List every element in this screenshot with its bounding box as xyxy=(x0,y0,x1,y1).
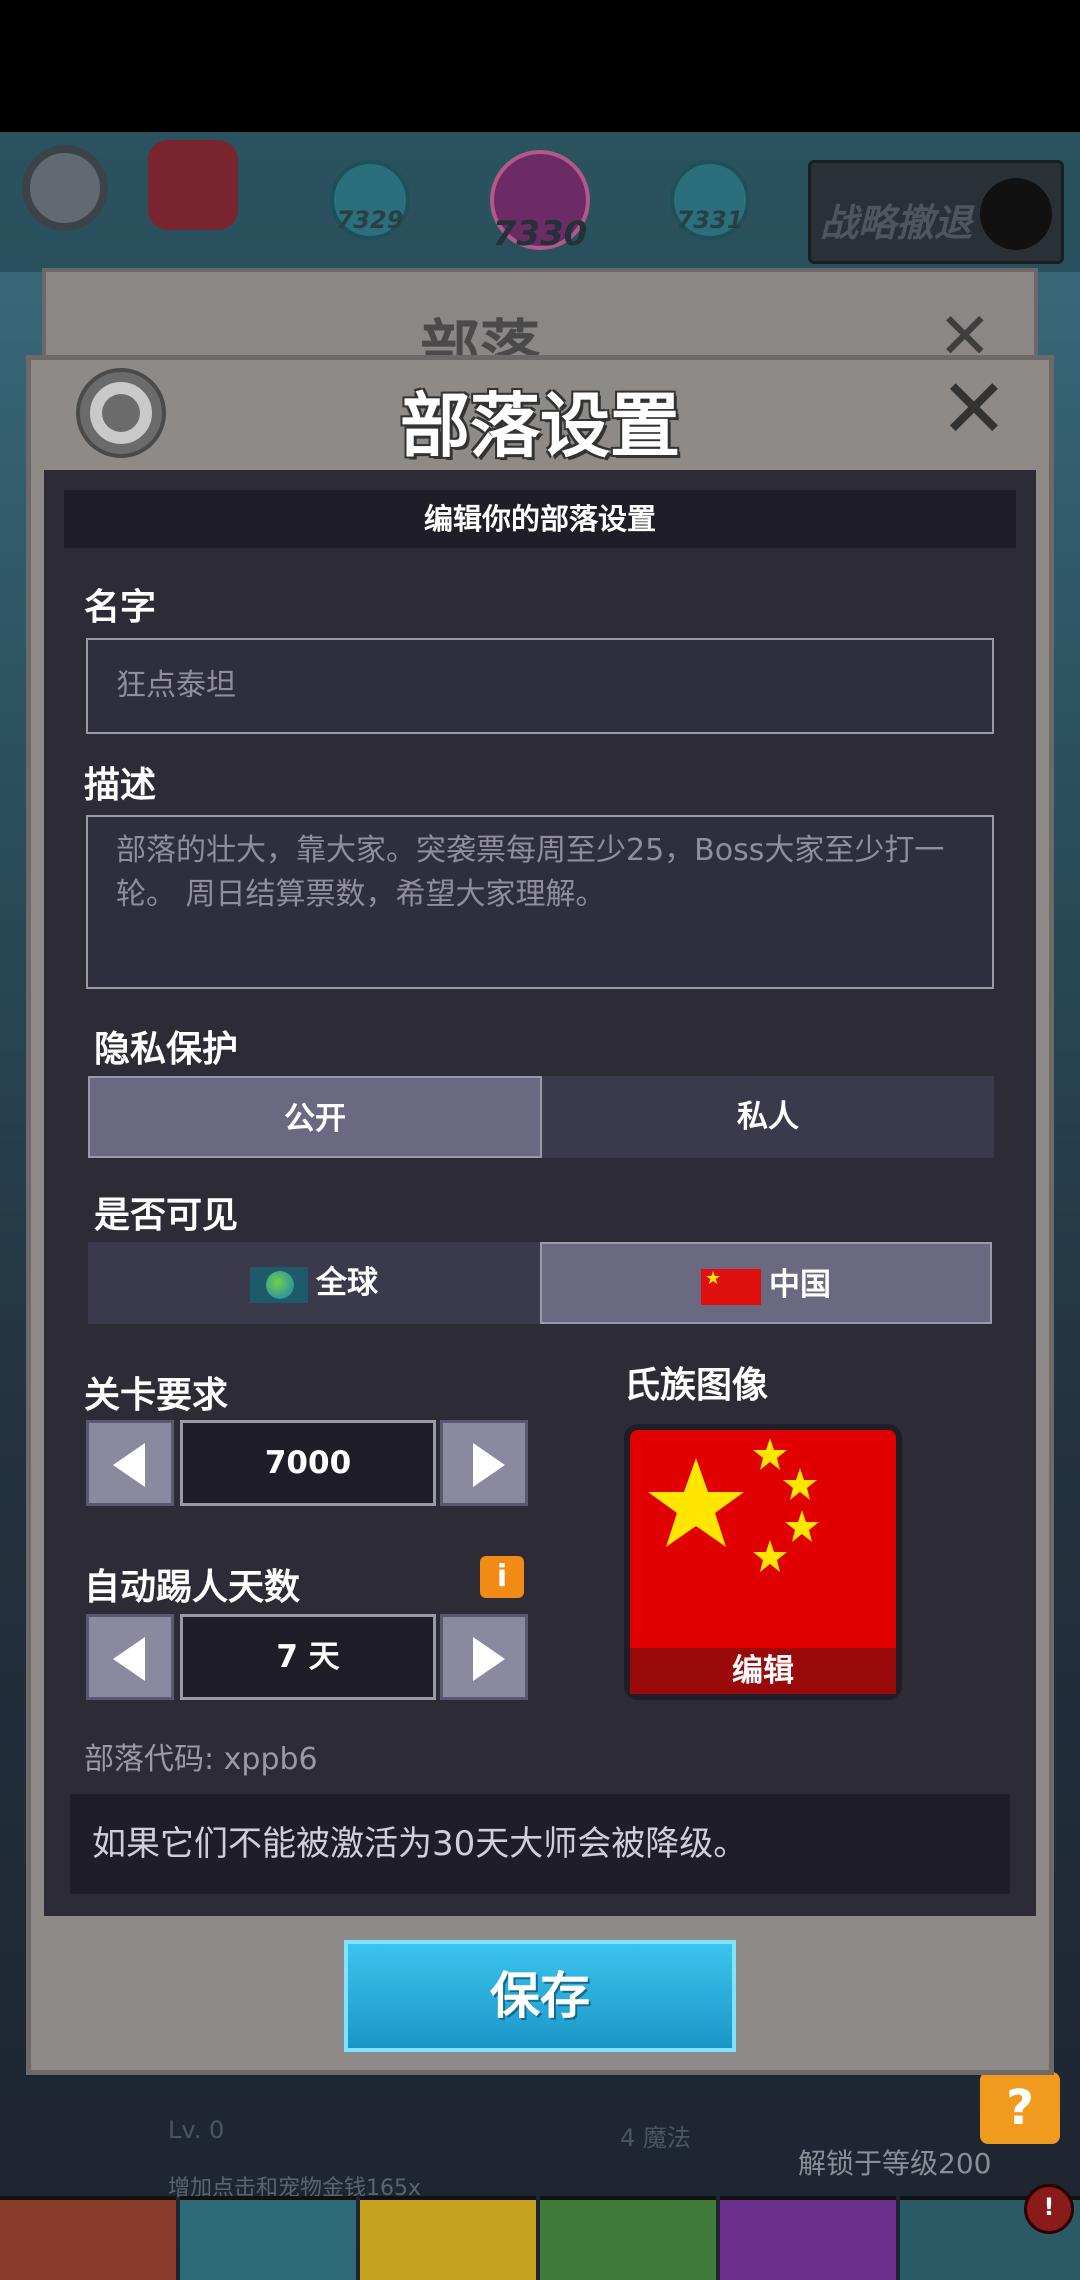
magic-text: 4 魔法 xyxy=(620,2124,691,2152)
visibility-label: 是否可见 xyxy=(94,1195,239,1236)
description-input[interactable]: 部落的壮大，靠大家。突袭票每周至少25，Boss大家至少打一轮。 周日结算票数，… xyxy=(86,815,994,989)
tab-sword-icon[interactable] xyxy=(0,2196,176,2280)
privacy-public-toggle[interactable]: 公开 xyxy=(88,1076,542,1158)
china-flag-icon xyxy=(701,1268,761,1305)
auto-kick-increase-button[interactable] xyxy=(440,1614,528,1700)
notification-badge: ! xyxy=(1024,2184,1074,2234)
retreat-label: 战略撤退 xyxy=(820,201,973,245)
level-text: Lv. 0 xyxy=(168,2116,225,2144)
stage-requirement-value: 7000 xyxy=(180,1420,436,1506)
arrow-left-icon xyxy=(113,1443,145,1487)
emblem-edit-button[interactable]: 编辑 xyxy=(630,1648,896,1694)
stage-number: 7331 xyxy=(676,206,744,234)
clan-code: 部落代码: xppb6 xyxy=(84,1742,318,1777)
tab-equipment-icon[interactable] xyxy=(360,2196,536,2280)
privacy-private-toggle[interactable]: 私人 xyxy=(542,1076,994,1158)
gear-icon-center xyxy=(102,394,140,432)
stage-increase-button[interactable] xyxy=(440,1420,528,1506)
stage-number: 7329 xyxy=(336,206,404,234)
stage-decrease-button[interactable] xyxy=(86,1420,174,1506)
dialog-title: 部落设置 xyxy=(400,385,680,467)
arrow-right-icon xyxy=(473,1637,505,1681)
close-button[interactable]: ✕ xyxy=(936,369,1012,451)
tab-hero-icon[interactable] xyxy=(180,2196,356,2280)
tab-clan-icon[interactable] xyxy=(720,2196,896,2280)
arrow-right-icon xyxy=(473,1443,505,1487)
unlock-text: 解锁于等级200 xyxy=(798,2147,992,2180)
auto-kick-decrease-button[interactable] xyxy=(86,1614,174,1700)
help-button[interactable]: ? xyxy=(980,2072,1060,2144)
demotion-note: 如果它们不能被激活为30天大师会被降级。 xyxy=(70,1794,1010,1894)
visibility-global-toggle[interactable]: 全球 xyxy=(88,1242,540,1324)
arrow-left-icon xyxy=(113,1637,145,1681)
name-label: 名字 xyxy=(84,587,157,628)
visibility-global-label: 全球 xyxy=(316,1265,378,1301)
stage-requirement-label: 关卡要求 xyxy=(84,1375,229,1416)
settings-gear-icon[interactable] xyxy=(22,145,108,231)
visibility-china-label: 中国 xyxy=(769,1267,831,1303)
boss-icon[interactable] xyxy=(148,140,238,230)
demon-face-icon xyxy=(980,178,1052,250)
tab-pet-icon[interactable] xyxy=(540,2196,716,2280)
info-icon[interactable]: i xyxy=(480,1556,524,1598)
visibility-china-toggle[interactable]: 中国 xyxy=(540,1242,992,1324)
settings-subheader: 编辑你的部落设置 xyxy=(64,490,1016,548)
auto-kick-value: 7 天 xyxy=(180,1614,436,1700)
current-stage-number: 7330 xyxy=(492,214,588,254)
name-input[interactable]: 狂点泰坦 xyxy=(86,638,994,734)
emblem-label: 氏族图像 xyxy=(624,1365,769,1406)
save-button[interactable]: 保存 xyxy=(344,1940,736,2052)
auto-kick-label: 自动踢人天数 xyxy=(84,1567,301,1608)
description-label: 描述 xyxy=(84,765,157,806)
globe-icon xyxy=(250,1266,308,1303)
privacy-label: 隐私保护 xyxy=(94,1029,239,1070)
